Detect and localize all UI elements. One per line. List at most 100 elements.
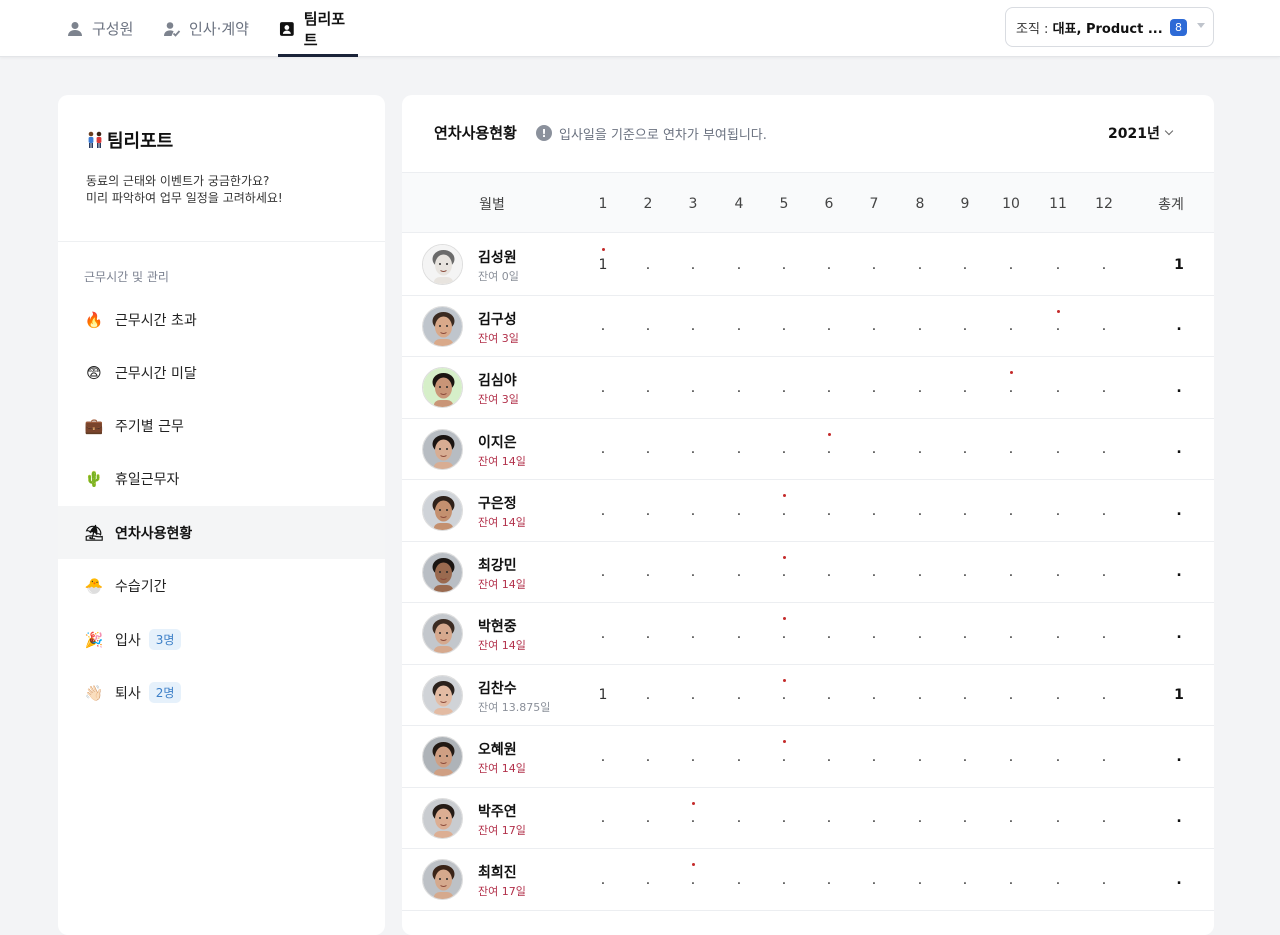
- menu-item-periodic-work[interactable]: 💼 주기별 근무: [58, 399, 385, 452]
- month-cell-5[interactable]: .: [769, 788, 799, 849]
- tab-team-report[interactable]: 팀리포트: [278, 0, 358, 57]
- month-cell-10[interactable]: .: [996, 480, 1026, 541]
- month-cell-8[interactable]: .: [905, 603, 935, 664]
- month-cell-9[interactable]: .: [950, 234, 980, 295]
- month-cell-11[interactable]: .: [1043, 665, 1073, 726]
- month-cell-6[interactable]: .: [814, 480, 844, 541]
- month-cell-10[interactable]: .: [996, 849, 1026, 910]
- month-cell-9[interactable]: .: [950, 849, 980, 910]
- month-cell-4[interactable]: .: [724, 419, 754, 480]
- month-cell-9[interactable]: .: [950, 788, 980, 849]
- year-select[interactable]: 2021년: [1108, 123, 1174, 143]
- month-cell-6[interactable]: .: [814, 296, 844, 357]
- month-cell-11[interactable]: .: [1043, 542, 1073, 603]
- month-cell-6[interactable]: .: [814, 357, 844, 418]
- table-row[interactable]: 최강민 잔여 14일.............: [402, 542, 1214, 603]
- month-cell-9[interactable]: .: [950, 357, 980, 418]
- month-cell-3[interactable]: .: [678, 480, 708, 541]
- month-cell-3[interactable]: .: [678, 419, 708, 480]
- month-cell-8[interactable]: .: [905, 542, 935, 603]
- month-cell-12[interactable]: .: [1089, 603, 1119, 664]
- month-cell-7[interactable]: .: [859, 542, 889, 603]
- month-cell-5[interactable]: .: [769, 480, 799, 541]
- month-cell-11[interactable]: .: [1043, 234, 1073, 295]
- table-row[interactable]: 박현중 잔여 14일.............: [402, 603, 1214, 665]
- month-cell-3[interactable]: .: [678, 603, 708, 664]
- table-row[interactable]: 최희진 잔여 17일.............: [402, 849, 1214, 911]
- month-cell-4[interactable]: .: [724, 726, 754, 787]
- month-cell-4[interactable]: .: [724, 234, 754, 295]
- month-cell-1[interactable]: .: [588, 849, 618, 910]
- month-cell-8[interactable]: .: [905, 357, 935, 418]
- month-cell-11[interactable]: .: [1043, 603, 1073, 664]
- month-cell-9[interactable]: .: [950, 665, 980, 726]
- month-cell-1[interactable]: .: [588, 603, 618, 664]
- month-cell-12[interactable]: .: [1089, 726, 1119, 787]
- month-cell-6[interactable]: .: [814, 234, 844, 295]
- month-cell-10[interactable]: .: [996, 603, 1026, 664]
- month-cell-1[interactable]: 1: [588, 234, 618, 295]
- month-cell-2[interactable]: .: [633, 788, 663, 849]
- menu-item-leave-usage[interactable]: ⛱ 연차사용현황: [58, 506, 385, 559]
- month-cell-9[interactable]: .: [950, 296, 980, 357]
- month-cell-9[interactable]: .: [950, 419, 980, 480]
- month-cell-10[interactable]: .: [996, 357, 1026, 418]
- month-cell-12[interactable]: .: [1089, 849, 1119, 910]
- table-row[interactable]: 김찬수 잔여 13.875일 1........... 1: [402, 665, 1214, 726]
- month-cell-3[interactable]: .: [678, 357, 708, 418]
- month-cell-8[interactable]: .: [905, 234, 935, 295]
- month-cell-2[interactable]: .: [633, 665, 663, 726]
- month-cell-6[interactable]: .: [814, 665, 844, 726]
- month-cell-6[interactable]: .: [814, 726, 844, 787]
- month-cell-2[interactable]: .: [633, 234, 663, 295]
- month-cell-12[interactable]: .: [1089, 665, 1119, 726]
- month-cell-5[interactable]: .: [769, 234, 799, 295]
- month-cell-6[interactable]: .: [814, 542, 844, 603]
- month-cell-7[interactable]: .: [859, 419, 889, 480]
- month-cell-7[interactable]: .: [859, 726, 889, 787]
- month-cell-10[interactable]: .: [996, 419, 1026, 480]
- month-cell-4[interactable]: .: [724, 296, 754, 357]
- month-cell-5[interactable]: .: [769, 296, 799, 357]
- month-cell-1[interactable]: .: [588, 542, 618, 603]
- organization-select[interactable]: 조직 : 대표, Product ... 8: [1005, 7, 1214, 47]
- table-row[interactable]: 오혜원 잔여 14일.............: [402, 726, 1214, 788]
- month-cell-7[interactable]: .: [859, 788, 889, 849]
- month-cell-4[interactable]: .: [724, 603, 754, 664]
- month-cell-11[interactable]: .: [1043, 419, 1073, 480]
- month-cell-7[interactable]: .: [859, 603, 889, 664]
- month-cell-2[interactable]: .: [633, 726, 663, 787]
- month-cell-4[interactable]: .: [724, 480, 754, 541]
- month-cell-7[interactable]: .: [859, 357, 889, 418]
- month-cell-2[interactable]: .: [633, 480, 663, 541]
- month-cell-12[interactable]: .: [1089, 234, 1119, 295]
- month-cell-4[interactable]: .: [724, 542, 754, 603]
- month-cell-7[interactable]: .: [859, 480, 889, 541]
- month-cell-7[interactable]: .: [859, 665, 889, 726]
- month-cell-7[interactable]: .: [859, 234, 889, 295]
- month-cell-6[interactable]: .: [814, 419, 844, 480]
- month-cell-11[interactable]: .: [1043, 726, 1073, 787]
- month-cell-7[interactable]: .: [859, 296, 889, 357]
- month-cell-2[interactable]: .: [633, 542, 663, 603]
- month-cell-6[interactable]: .: [814, 849, 844, 910]
- month-cell-7[interactable]: .: [859, 849, 889, 910]
- month-cell-1[interactable]: 1: [588, 665, 618, 726]
- table-row[interactable]: 박주연 잔여 17일.............: [402, 788, 1214, 849]
- month-cell-3[interactable]: .: [678, 234, 708, 295]
- month-cell-5[interactable]: .: [769, 726, 799, 787]
- month-cell-3[interactable]: .: [678, 726, 708, 787]
- month-cell-6[interactable]: .: [814, 788, 844, 849]
- table-row[interactable]: 이지은 잔여 14일.............: [402, 419, 1214, 480]
- month-cell-10[interactable]: .: [996, 296, 1026, 357]
- month-cell-11[interactable]: .: [1043, 357, 1073, 418]
- month-cell-9[interactable]: .: [950, 542, 980, 603]
- month-cell-1[interactable]: .: [588, 480, 618, 541]
- month-cell-11[interactable]: .: [1043, 296, 1073, 357]
- month-cell-11[interactable]: .: [1043, 849, 1073, 910]
- month-cell-1[interactable]: .: [588, 296, 618, 357]
- month-cell-3[interactable]: .: [678, 296, 708, 357]
- menu-item-overtime[interactable]: 🔥 근무시간 초과: [58, 293, 385, 346]
- month-cell-1[interactable]: .: [588, 788, 618, 849]
- tab-hr-contract[interactable]: 인사·계약: [163, 0, 249, 57]
